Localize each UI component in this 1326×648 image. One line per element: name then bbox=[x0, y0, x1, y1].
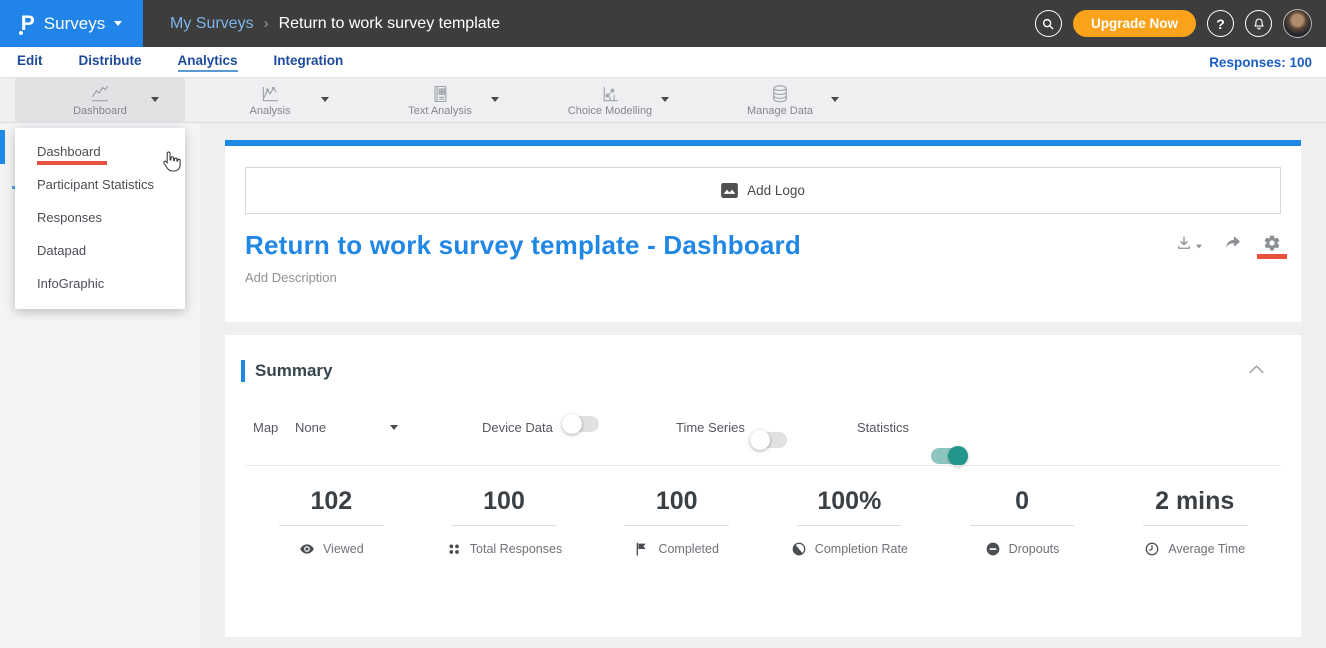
device-data-toggle[interactable] bbox=[563, 416, 599, 432]
gear-icon bbox=[1263, 234, 1281, 252]
summary-header: Summary bbox=[225, 335, 1301, 382]
surveys-product-switcher[interactable]: P Surveys bbox=[0, 0, 143, 47]
share-button[interactable] bbox=[1224, 234, 1242, 252]
breadcrumb-current-survey: Return to work survey template bbox=[279, 15, 500, 33]
toolbar-text-analysis-button[interactable]: Text Analysis bbox=[355, 78, 525, 123]
questionpro-logo: P bbox=[21, 13, 35, 34]
stat-viewed: 102 Viewed bbox=[245, 485, 418, 557]
upgrade-now-button[interactable]: Upgrade Now bbox=[1073, 10, 1196, 37]
settings-highlight-underline bbox=[1257, 254, 1287, 259]
breadcrumb-my-surveys[interactable]: My Surveys bbox=[170, 15, 254, 33]
time-series-toggle[interactable] bbox=[751, 432, 787, 448]
title-actions bbox=[1175, 230, 1281, 252]
help-button[interactable]: ? bbox=[1207, 10, 1234, 37]
statistics-toggle[interactable] bbox=[931, 448, 967, 464]
menu-item-datapad[interactable]: Datapad bbox=[15, 234, 185, 267]
notifications-button[interactable] bbox=[1245, 10, 1272, 37]
add-description-placeholder[interactable]: Add Description bbox=[245, 270, 1281, 285]
tab-integration[interactable]: Integration bbox=[274, 53, 344, 72]
database-icon bbox=[767, 84, 793, 104]
survey-nav-tabs: Edit Distribute Analytics Integration Re… bbox=[0, 47, 1326, 78]
device-data-label: Device Data bbox=[482, 416, 553, 438]
summary-card: Summary Map None Device Data Time Series… bbox=[225, 335, 1301, 637]
time-series-label: Time Series bbox=[676, 416, 745, 438]
breadcrumb-separator: › bbox=[264, 15, 269, 32]
toolbar-choice-modelling-button[interactable]: Choice Modelling bbox=[525, 78, 695, 123]
bell-icon bbox=[1252, 17, 1266, 31]
dots-grid-icon bbox=[446, 541, 462, 557]
survey-analytics-page: P Surveys My Surveys › Return to work su… bbox=[0, 0, 1326, 648]
line-chart-icon bbox=[257, 84, 283, 104]
chevron-down-icon bbox=[390, 425, 398, 430]
page-title[interactable]: Return to work survey template - Dashboa… bbox=[245, 230, 801, 261]
product-label: Surveys bbox=[44, 14, 105, 34]
stat-total-responses: 100 Total Responses bbox=[418, 485, 591, 557]
stat-completed: 100 Completed bbox=[590, 485, 763, 557]
breadcrumb: My Surveys › Return to work survey templ… bbox=[170, 15, 500, 33]
toolbar-analysis-button[interactable]: Analysis bbox=[185, 78, 355, 123]
clock-icon bbox=[1144, 541, 1160, 557]
page-background-strip bbox=[200, 637, 1326, 648]
top-bar: P Surveys My Surveys › Return to work su… bbox=[0, 0, 1326, 47]
chevron-down-icon[interactable] bbox=[491, 97, 499, 102]
tab-distribute[interactable]: Distribute bbox=[79, 53, 142, 72]
section-accent-bar bbox=[241, 360, 245, 382]
chevron-down-icon[interactable] bbox=[151, 97, 159, 102]
stat-average-time: 2 mins Average Time bbox=[1108, 485, 1281, 557]
image-icon bbox=[721, 183, 738, 198]
settings-button[interactable] bbox=[1263, 234, 1281, 252]
dashboard-dropdown-menu: Dashboard Participant Statistics Respons… bbox=[15, 128, 185, 309]
chevron-down-icon[interactable] bbox=[831, 97, 839, 102]
menu-item-infographic[interactable]: InfoGraphic bbox=[15, 267, 185, 300]
map-select-caret[interactable] bbox=[390, 416, 398, 438]
title-row: Return to work survey template - Dashboa… bbox=[245, 230, 1281, 261]
toolbar-manage-data-button[interactable]: Manage Data bbox=[695, 78, 865, 123]
survey-header-card: Add Logo Return to work survey template … bbox=[225, 140, 1301, 322]
download-icon bbox=[1175, 234, 1193, 252]
tab-edit[interactable]: Edit bbox=[17, 53, 43, 72]
share-icon bbox=[1224, 234, 1242, 252]
flag-icon bbox=[634, 541, 650, 557]
map-select[interactable]: None bbox=[295, 416, 326, 438]
card-accent-bar bbox=[225, 140, 1301, 146]
toolbar-dashboard-button[interactable]: Dashboard bbox=[15, 78, 185, 123]
stat-completion-rate: 100% Completion Rate bbox=[763, 485, 936, 557]
chevron-down-icon[interactable] bbox=[661, 97, 669, 102]
statistics-label: Statistics bbox=[857, 416, 909, 438]
search-icon bbox=[1041, 17, 1055, 31]
download-button[interactable] bbox=[1175, 234, 1203, 252]
chevron-down-icon[interactable] bbox=[321, 97, 329, 102]
menu-item-dashboard[interactable]: Dashboard bbox=[15, 135, 185, 168]
menu-item-participant-statistics[interactable]: Participant Statistics bbox=[15, 168, 185, 201]
chevron-down-icon bbox=[1196, 244, 1202, 248]
section-divider bbox=[245, 465, 1281, 466]
active-menu-underline bbox=[37, 161, 107, 165]
eye-icon bbox=[299, 541, 315, 557]
contrast-circle-icon bbox=[791, 541, 807, 557]
chevron-down-icon bbox=[114, 21, 122, 26]
search-button[interactable] bbox=[1035, 10, 1062, 37]
collapse-section-button[interactable] bbox=[1248, 362, 1265, 380]
responses-count[interactable]: Responses: 100 bbox=[1209, 55, 1312, 70]
chevron-up-icon bbox=[1248, 363, 1265, 375]
line-chart-icon bbox=[87, 84, 113, 104]
scatter-chart-icon bbox=[597, 84, 623, 104]
topbar-actions: Upgrade Now ? bbox=[1035, 9, 1326, 38]
user-avatar[interactable] bbox=[1283, 9, 1312, 38]
minus-circle-icon bbox=[985, 541, 1001, 557]
active-item-indicator bbox=[0, 130, 5, 164]
stat-dropouts: 0 Dropouts bbox=[936, 485, 1109, 557]
text-grid-icon bbox=[427, 84, 453, 104]
summary-title: Summary bbox=[255, 361, 332, 381]
analytics-toolbar: Dashboard Analysis Text Analysis Choice … bbox=[0, 78, 1326, 123]
statistics-row: 102 Viewed 100 Total Responses 100 bbox=[245, 485, 1281, 557]
add-logo-dropzone[interactable]: Add Logo bbox=[245, 167, 1281, 214]
menu-item-responses[interactable]: Responses bbox=[15, 201, 185, 234]
summary-controls: Map None Device Data Time Series Statist… bbox=[225, 416, 1301, 438]
tab-analytics[interactable]: Analytics bbox=[178, 53, 238, 72]
map-label: Map bbox=[253, 416, 278, 438]
